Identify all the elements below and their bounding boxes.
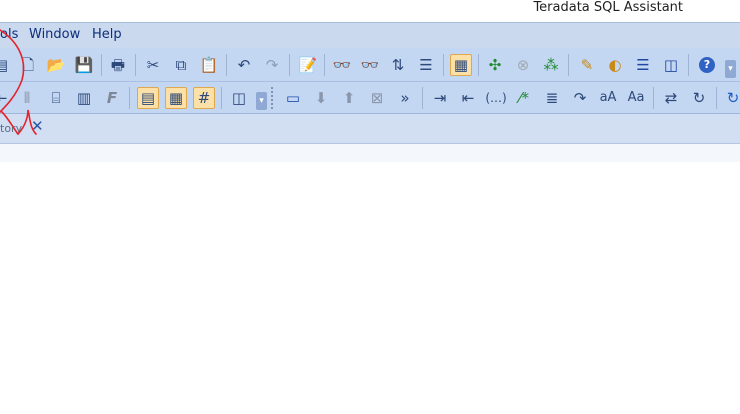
toolbar-separator (422, 87, 423, 109)
toolbar-grip[interactable] (271, 87, 275, 109)
list-icon[interactable]: ≣ (541, 87, 563, 109)
toolbar-separator (289, 54, 290, 76)
toolbar-separator (101, 54, 102, 76)
cancel-query-icon[interactable]: ⊗ (512, 54, 534, 76)
title-bar: Teradata SQL Assistant (0, 0, 740, 22)
grid-hash-icon[interactable]: # (193, 87, 215, 109)
properties-icon[interactable]: ▤ (0, 54, 12, 76)
fit-columns-icon[interactable]: ⌸ (45, 87, 67, 109)
menu-help[interactable]: Help (92, 27, 122, 43)
content-area-header (0, 144, 740, 162)
close-icon[interactable]: ✕ (31, 117, 44, 135)
app-title: Teradata SQL Assistant (533, 0, 683, 15)
execute-parallel-icon[interactable]: ⁂ (540, 54, 562, 76)
toolbar-separator (226, 54, 227, 76)
delete-icon[interactable]: ⊠ (366, 87, 388, 109)
toolbar-separator (688, 54, 689, 76)
comment-icon[interactable]: ⁄* (513, 87, 535, 109)
copy-icon[interactable]: ⧉ (170, 54, 192, 76)
format-query-icon[interactable]: ✎ (576, 54, 598, 76)
open-folder-icon[interactable]: 📂 (45, 54, 67, 76)
undo-icon[interactable]: ↶ (233, 54, 255, 76)
help-icon-glyph: ? (699, 57, 715, 73)
new-document-icon[interactable]: 🗋 (17, 54, 39, 76)
format-cells-icon[interactable]: F (101, 87, 123, 109)
layout-rows-icon[interactable]: ☰ (632, 54, 654, 76)
toolbar-separator (568, 54, 569, 76)
grid-view-icon[interactable]: ▤ (137, 87, 159, 109)
toolbar-separator (129, 87, 130, 109)
indent-icon[interactable]: ☰ (415, 54, 437, 76)
sort-icon[interactable]: ⇅ (387, 54, 409, 76)
indent-less-icon[interactable]: ⇤ (457, 87, 479, 109)
paste-icon[interactable]: 📋 (198, 54, 220, 76)
find-next-icon[interactable]: 👓 (359, 54, 381, 76)
toolbar-separator (443, 54, 444, 76)
toolbar-overflow-chevron[interactable]: ▾ (256, 92, 267, 110)
save-icon[interactable]: 💾 (73, 54, 95, 76)
help-icon[interactable]: ? (696, 54, 718, 76)
toolbar-overflow-chevron[interactable]: ▾ (725, 60, 736, 78)
wrap-icon[interactable]: ↷ (569, 87, 591, 109)
step-back-icon[interactable]: ⇤ (0, 87, 12, 109)
main-toolbar: ▤ 🗋 📂 💾 🖶 ✂ ⧉ 📋 ↶ ↷ 📝 👓 👓 ⇅ ☰ ▦ ✣ ⊗ ⁂ ✎ … (0, 48, 740, 82)
toolbar-separator (135, 54, 136, 76)
menu-window[interactable]: Window (29, 27, 80, 43)
execute-icon[interactable]: ✣ (484, 54, 506, 76)
indent-more-icon[interactable]: ⇥ (429, 87, 451, 109)
secondary-toolbar: ⇤ ⫴ ⌸ ▥ F ▤ ▦ # ◫ ▾ ▭ ⬇ ⬆ ⊠ » ⇥ ⇤ (…) ⁄*… (0, 82, 740, 114)
edit-note-icon[interactable]: 📝 (297, 54, 319, 76)
move-down-icon[interactable]: ⬇ (310, 87, 332, 109)
redo-icon[interactable]: ↷ (261, 54, 283, 76)
menu-tools[interactable]: ols (0, 27, 18, 43)
transform-icon[interactable]: ↻ (688, 87, 710, 109)
capitalize-icon[interactable]: Aa (625, 87, 647, 109)
history-tab-strip: tory ✕ (0, 114, 740, 144)
split-panes-icon[interactable]: ◫ (228, 87, 250, 109)
column-width-icon[interactable]: ▥ (73, 87, 95, 109)
toolbar-separator (478, 54, 479, 76)
replace-icon[interactable]: ⇄ (660, 87, 682, 109)
lowercase-icon[interactable]: aA (597, 87, 619, 109)
tab-history-label[interactable]: tory (0, 122, 22, 135)
next-icon[interactable]: » (394, 87, 416, 109)
toolbar-separator (221, 87, 222, 109)
query-builder-icon[interactable]: ▦ (450, 54, 472, 76)
cut-icon[interactable]: ✂ (142, 54, 164, 76)
toolbar-separator (324, 54, 325, 76)
refresh-icon[interactable]: ↻ (722, 87, 740, 109)
explain-icon[interactable]: ◐ (604, 54, 626, 76)
new-window-icon[interactable]: ▭ (282, 87, 304, 109)
grid-lines-icon[interactable]: ⫴ (16, 87, 38, 109)
move-up-icon[interactable]: ⬆ (338, 87, 360, 109)
toolbar-separator (653, 87, 654, 109)
menu-bar: ols Window Help (0, 22, 740, 48)
parentheses-icon[interactable]: (…) (485, 87, 507, 109)
toolbar-separator (716, 87, 717, 109)
print-icon[interactable]: 🖶 (107, 54, 129, 76)
find-icon[interactable]: 👓 (331, 54, 353, 76)
grid-view-alt-icon[interactable]: ▦ (165, 87, 187, 109)
layout-columns-icon[interactable]: ◫ (660, 54, 682, 76)
